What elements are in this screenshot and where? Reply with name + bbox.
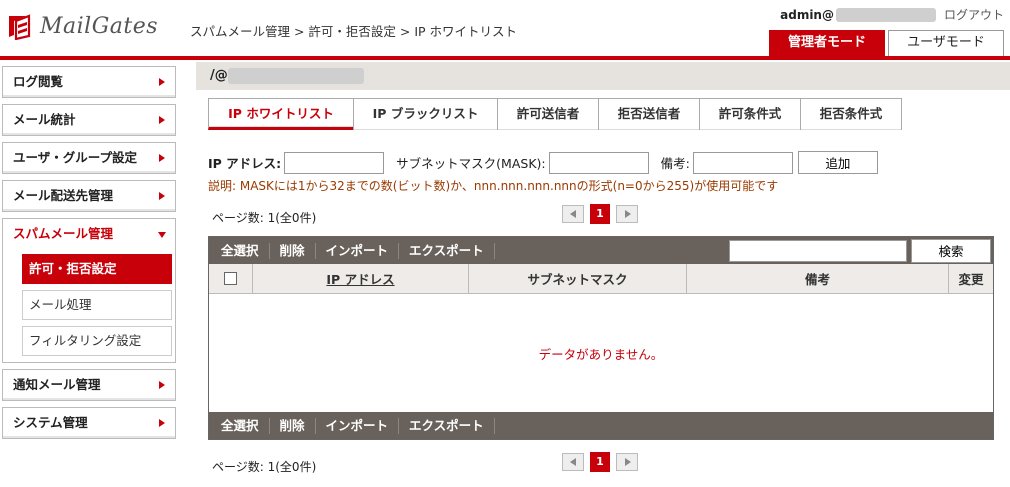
mailgates-logo-icon <box>6 12 32 41</box>
prev-page-button[interactable] <box>562 205 584 223</box>
tab-deny-rules[interactable]: 拒否条件式 <box>800 98 902 130</box>
prev-page-button[interactable] <box>562 453 584 471</box>
add-form: IP アドレス: サブネットマスク(MASK): 備考: 追加 <box>208 151 878 174</box>
sidebar-subitem-filtering[interactable]: フィルタリング設定 <box>22 326 172 356</box>
chevron-right-icon <box>625 458 631 466</box>
breadcrumb: スパムメール管理 > 許可・拒否設定 > IP ホワイトリスト <box>190 24 518 39</box>
next-page-button[interactable] <box>616 205 638 223</box>
note-input[interactable] <box>692 151 793 174</box>
sidebar-item-label: 通知メール管理 <box>13 377 101 392</box>
import-button[interactable]: インポート <box>316 242 400 259</box>
mask-hint: 説明: MASKには1から32までの数(ビット数)か、nnn.nnn.nnn.n… <box>208 179 779 193</box>
next-page-button[interactable] <box>616 453 638 471</box>
sidebar-item-label: システム管理 <box>13 415 88 430</box>
chevron-right-icon <box>159 154 165 162</box>
sidebar-item-mail-stats[interactable]: メール統計 <box>2 104 176 136</box>
sidebar-item-label: メール統計 <box>13 112 76 127</box>
tab-denied-senders[interactable]: 拒否送信者 <box>598 98 700 130</box>
logout-link[interactable]: ログアウト <box>944 6 1004 23</box>
export-button[interactable]: エクスポート <box>399 242 495 259</box>
tab-allow-rules[interactable]: 許可条件式 <box>699 98 801 130</box>
chevron-right-icon <box>159 116 165 124</box>
user-mode-tab[interactable]: ユーザモード <box>888 30 1004 56</box>
sidebar-item-label: ログ閲覧 <box>13 74 64 89</box>
header-divider <box>0 56 1010 60</box>
sidebar-subitem-mail-processing[interactable]: メール処理 <box>22 290 172 320</box>
table-toolbar-top: 全選択 削除 インポート エクスポート 検索 <box>209 237 993 264</box>
search-button[interactable]: 検索 <box>911 238 991 263</box>
chevron-down-icon <box>158 232 166 238</box>
user-name-redacted <box>835 7 936 22</box>
column-ip-address[interactable]: IP アドレス <box>253 264 469 293</box>
sidebar-item-user-group[interactable]: ユーザ・グループ設定 <box>2 142 176 174</box>
mode-tabs: 管理者モード ユーザモード <box>769 30 1004 56</box>
chevron-right-icon <box>625 210 631 218</box>
page-title-text: /@ <box>210 68 228 83</box>
column-note: 備考 <box>687 264 949 293</box>
page-title: /@ <box>196 62 1010 90</box>
delete-button[interactable]: 削除 <box>270 417 316 434</box>
sidebar-item-label: ユーザ・グループ設定 <box>13 150 138 165</box>
select-all-button[interactable]: 全選択 <box>211 417 270 434</box>
current-page[interactable]: 1 <box>590 204 610 224</box>
sidebar-item-notification[interactable]: 通知メール管理 <box>2 369 176 401</box>
logo[interactable]: MailGates <box>6 12 159 41</box>
subnet-mask-label: サブネットマスク(MASK): <box>396 156 546 171</box>
ip-address-label: IP アドレス: <box>208 156 282 171</box>
search-area: 検索 <box>729 238 991 263</box>
delete-button[interactable]: 削除 <box>270 242 316 259</box>
current-page[interactable]: 1 <box>590 452 610 472</box>
add-button[interactable]: 追加 <box>797 151 878 174</box>
sidebar-item-label: スパムメール管理 <box>13 226 114 241</box>
page-count-bottom: ページ数: 1(全0件) <box>212 460 317 474</box>
select-all-checkbox[interactable] <box>224 272 237 285</box>
chevron-right-icon <box>159 78 165 86</box>
column-subnet-mask: サブネットマスク <box>469 264 687 293</box>
sidebar-item-delivery[interactable]: メール配送先管理 <box>2 180 176 212</box>
column-edit: 変更 <box>958 272 984 287</box>
note-label: 備考: <box>660 156 690 171</box>
header: MailGates スパムメール管理 > 許可・拒否設定 > IP ホワイトリス… <box>0 0 1010 60</box>
sidebar: ログ閲覧 メール統計 ユーザ・グループ設定 メール配送先管理 スパムメール管理 … <box>2 66 176 445</box>
sidebar-item-spam[interactable]: スパムメール管理 <box>2 218 176 250</box>
pagination-top: 1 <box>562 204 638 224</box>
table-header: IP アドレス サブネットマスク 備考 変更 <box>209 264 993 294</box>
spam-submenu: 許可・拒否設定 メール処理 フィルタリング設定 <box>2 250 176 363</box>
tab-ip-blacklist[interactable]: IP ブラックリスト <box>353 98 498 130</box>
ip-whitelist-table: 全選択 削除 インポート エクスポート 検索 IP アドレス サブネットマスク … <box>208 236 994 440</box>
sidebar-item-label: メール配送先管理 <box>13 188 114 203</box>
tab-ip-whitelist[interactable]: IP ホワイトリスト <box>208 98 354 130</box>
chevron-left-icon <box>570 458 576 466</box>
user-area: admin@ ログアウト <box>780 6 1004 23</box>
page-count-top: ページ数: 1(全0件) <box>212 211 317 225</box>
sidebar-item-log-view[interactable]: ログ閲覧 <box>2 66 176 98</box>
import-button[interactable]: インポート <box>316 417 400 434</box>
search-input[interactable] <box>729 239 907 262</box>
header-checkbox-cell <box>209 264 253 293</box>
chevron-right-icon <box>159 192 165 200</box>
export-button[interactable]: エクスポート <box>399 417 495 434</box>
chevron-right-icon <box>159 381 165 389</box>
subnet-mask-input[interactable] <box>548 151 649 174</box>
sidebar-item-system[interactable]: システム管理 <box>2 407 176 439</box>
chevron-left-icon <box>570 210 576 218</box>
sidebar-subitem-allow-deny[interactable]: 許可・拒否設定 <box>22 254 172 284</box>
chevron-right-icon <box>159 419 165 427</box>
pagination-bottom: 1 <box>562 452 638 472</box>
main-content: /@ IP ホワイトリスト IP ブラックリスト 許可送信者 拒否送信者 許可条… <box>196 62 1010 474</box>
user-name: admin@ <box>780 7 834 22</box>
select-all-button[interactable]: 全選択 <box>211 242 270 259</box>
app-name: MailGates <box>40 13 159 39</box>
empty-message: データがありません。 <box>538 347 664 362</box>
tab-allowed-senders[interactable]: 許可送信者 <box>497 98 599 130</box>
list-tabs: IP ホワイトリスト IP ブラックリスト 許可送信者 拒否送信者 許可条件式 … <box>208 98 902 130</box>
ip-address-input[interactable] <box>284 151 385 174</box>
table-toolbar-bottom: 全選択 削除 インポート エクスポート <box>209 412 993 439</box>
domain-redacted <box>228 68 364 84</box>
admin-mode-tab[interactable]: 管理者モード <box>769 30 885 56</box>
